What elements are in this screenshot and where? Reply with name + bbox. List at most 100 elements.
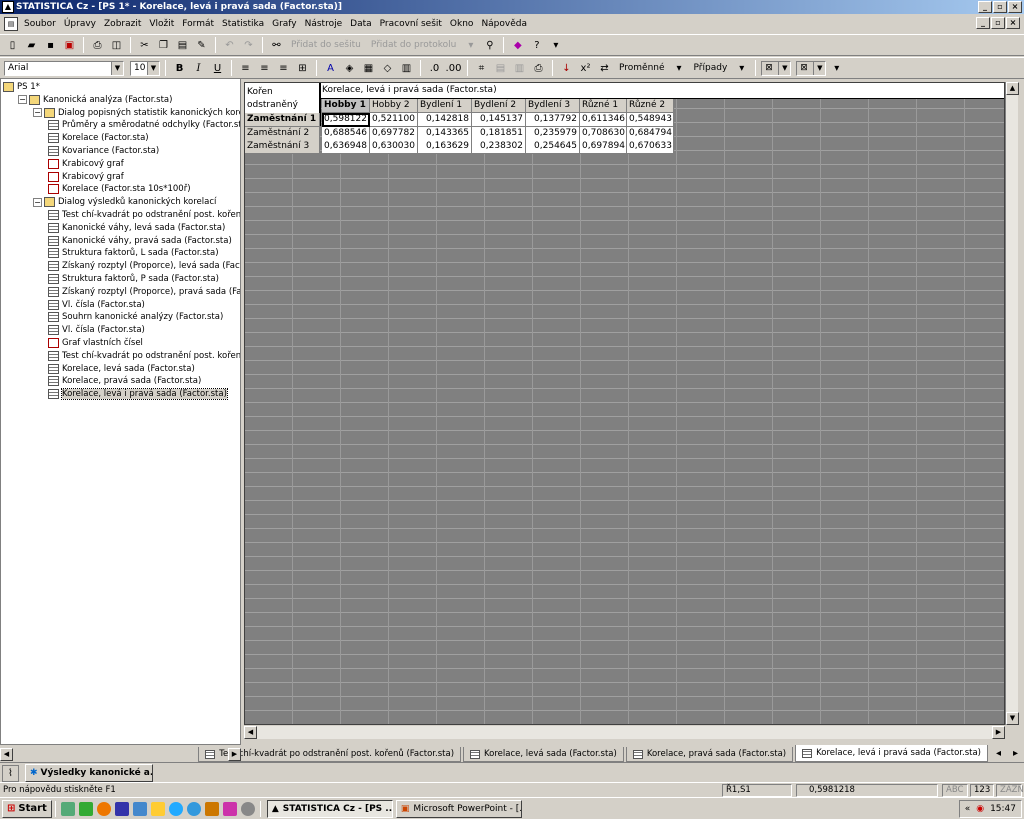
results-panel-button[interactable]: ✱ Výsledky kanonické a... <box>25 764 153 782</box>
paste-icon[interactable]: ▤ <box>174 37 191 54</box>
tree-item[interactable]: Korelace, pravá sada (Factor.sta) <box>48 375 201 387</box>
font-color-icon[interactable]: A <box>322 60 339 77</box>
toolbar2-options-icon[interactable]: ▾ <box>828 60 845 77</box>
data-cell[interactable]: 0,145137 <box>472 113 526 127</box>
data-cell[interactable]: 0,636948 <box>322 140 370 154</box>
tree-item[interactable]: PS 1* <box>3 81 40 93</box>
quicklaunch-app11-icon[interactable] <box>240 801 255 816</box>
selection-filter-1[interactable]: ⊠ ▼ <box>761 60 792 76</box>
scroll-right-icon[interactable]: ▶ <box>992 726 1005 739</box>
print-icon[interactable]: ⎙ <box>89 37 106 54</box>
tree-item[interactable]: Souhrn kanonické analýzy (Factor.sta) <box>48 311 223 323</box>
sort-icon[interactable]: ↓ <box>558 60 575 77</box>
save-icon[interactable]: ▪ <box>42 37 59 54</box>
open-icon[interactable]: ▰ <box>23 37 40 54</box>
column-header[interactable]: Bydlení 1 <box>418 99 472 113</box>
data-cell[interactable]: 0,254645 <box>526 140 580 154</box>
tree-item[interactable]: Test chí-kvadrát po odstranění post. koř… <box>48 209 240 221</box>
tree-item[interactable]: Průměry a směrodatné odchylky (Factor.st… <box>48 119 240 131</box>
menu-2[interactable]: Zobrazit <box>100 19 145 29</box>
cases-menu[interactable]: Případy <box>690 63 732 73</box>
underline-button[interactable]: U <box>209 60 226 77</box>
undo-icon[interactable]: ↶ <box>221 37 238 54</box>
tree-item[interactable]: Kanonické váhy, pravá sada (Factor.sta) <box>48 235 232 247</box>
tree-item[interactable]: Kanonické váhy, levá sada (Factor.sta) <box>48 222 225 234</box>
taskbar-statistica-button[interactable]: ▲ STATISTICA Cz - [PS ... <box>266 799 393 818</box>
data-cell[interactable]: 0,181851 <box>472 126 526 141</box>
book-icon[interactable]: ◆ <box>509 37 526 54</box>
tree-item[interactable]: Kovariance (Factor.sta) <box>48 145 159 157</box>
collapse-icon[interactable]: − <box>33 108 42 118</box>
tree-item[interactable]: Test chí-kvadrát po odstranění post. koř… <box>48 350 240 362</box>
data-cell[interactable]: 0,238302 <box>472 140 526 154</box>
menu-11[interactable]: Nápověda <box>477 19 531 29</box>
column-header[interactable]: Různé 2 <box>627 99 674 113</box>
increase-decimal-icon[interactable]: .0 <box>426 60 443 77</box>
quicklaunch-save-icon[interactable] <box>114 801 129 816</box>
column-header[interactable]: Hobby 1 <box>322 99 370 113</box>
data-cell[interactable]: 0,143365 <box>418 126 472 141</box>
redo-icon[interactable]: ↷ <box>240 37 257 54</box>
decrease-decimal-icon[interactable]: .00 <box>445 60 462 77</box>
merge-icon[interactable]: ⊞ <box>294 60 311 77</box>
close-button[interactable]: × <box>1008 1 1022 13</box>
add-to-workbook-button[interactable]: Přidat do sešitu <box>287 40 365 50</box>
taskbar-powerpoint-button[interactable]: ▣ Microsoft PowerPoint - [... <box>395 799 522 818</box>
quicklaunch-desktop-icon[interactable] <box>60 801 75 816</box>
data-cell[interactable]: 0,684794 <box>627 126 674 141</box>
tray-network-icon[interactable]: ◉ <box>976 801 984 817</box>
data-cell[interactable]: 0,548943 <box>627 113 674 127</box>
link-icon[interactable]: ⚲ <box>481 37 498 54</box>
variables-menu[interactable]: Proměnné <box>615 63 669 73</box>
tree-item[interactable]: − Kanonická analýza (Factor.sta) <box>18 94 172 106</box>
grid-icon[interactable]: ▥ <box>398 60 415 77</box>
copy-icon[interactable]: ❐ <box>155 37 172 54</box>
tree-item[interactable]: Struktura faktorů, L sada (Factor.sta) <box>48 247 219 259</box>
align-left-icon[interactable]: ≡ <box>237 60 254 77</box>
doc-restore-button[interactable]: ▫ <box>991 17 1005 29</box>
quicklaunch-firefox-icon[interactable] <box>96 801 111 816</box>
menu-6[interactable]: Grafy <box>268 19 301 29</box>
row-header[interactable]: Zaměstnání 3 <box>245 140 320 154</box>
start-button[interactable]: ⊞ Start <box>2 799 52 818</box>
data-cell[interactable]: 0,697894 <box>580 140 627 154</box>
menu-3[interactable]: Vložit <box>145 19 178 29</box>
quicklaunch-app2-icon[interactable] <box>78 801 93 816</box>
tree-item[interactable]: Korelace (Factor.sta) <box>48 132 149 144</box>
chart-toggle-icon[interactable]: ⌇ <box>2 765 19 782</box>
menu-0[interactable]: Soubor <box>20 19 60 29</box>
fill-color-icon[interactable]: ◈ <box>341 60 358 77</box>
transpose-icon[interactable]: ⇄ <box>596 60 613 77</box>
tree-item[interactable]: Graf vlastních čísel <box>48 337 143 349</box>
tab-next-icon[interactable]: ▸ <box>1007 745 1024 762</box>
menu-1[interactable]: Úpravy <box>60 19 100 29</box>
formula-icon[interactable]: x² <box>577 60 594 77</box>
scroll-left-icon[interactable]: ◀ <box>244 726 257 739</box>
row-header[interactable]: Zaměstnání 2 <box>245 126 320 141</box>
restore-button[interactable]: ▫ <box>993 1 1007 13</box>
variables-dropdown-icon[interactable]: ▾ <box>671 60 688 77</box>
print-preview-icon[interactable]: ◫ <box>108 37 125 54</box>
collapse-icon[interactable]: − <box>33 197 42 207</box>
data-cell[interactable]: 0,137792 <box>526 113 580 127</box>
tray-expand-icon[interactable]: « <box>965 801 971 817</box>
tree-item[interactable]: Získaný rozptyl (Proporce), pravá sada (… <box>48 286 240 298</box>
data-cell[interactable]: 0,235979 <box>526 126 580 141</box>
quicklaunch-app9-icon[interactable] <box>204 801 219 816</box>
data-cell[interactable]: 0,521100 <box>370 113 418 127</box>
tree-item[interactable]: Korelace (Factor.sta 10s*100ř) <box>48 183 191 195</box>
scroll-down-icon[interactable]: ▼ <box>1006 712 1019 725</box>
data-cell[interactable]: 0,142818 <box>418 113 472 127</box>
tree-item[interactable]: Korelace, levá sada (Factor.sta) <box>48 363 195 375</box>
pdf-icon[interactable]: ▣ <box>61 37 78 54</box>
quicklaunch-ie-icon[interactable] <box>168 801 183 816</box>
tree-item[interactable]: Krabicový graf <box>48 158 124 170</box>
scroll-up-icon[interactable]: ▲ <box>1006 82 1019 95</box>
print-table-icon[interactable]: ⎙ <box>530 60 547 77</box>
data-cell[interactable]: 0,598122 <box>322 113 370 127</box>
collapse-icon[interactable]: − <box>18 95 27 105</box>
column-header[interactable]: Různé 1 <box>580 99 627 113</box>
document-icon[interactable]: ▤ <box>4 17 18 31</box>
column-header[interactable]: Bydlení 3 <box>526 99 580 113</box>
quicklaunch-app10-icon[interactable] <box>222 801 237 816</box>
